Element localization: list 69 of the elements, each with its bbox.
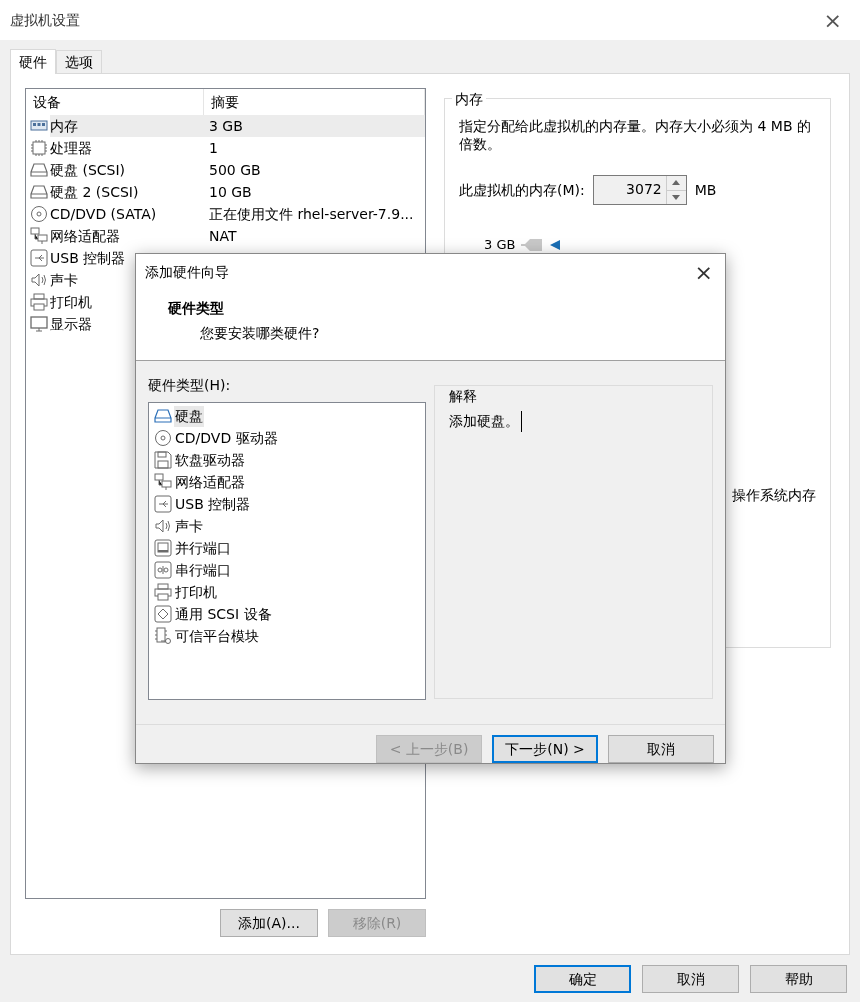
tab[interactable]: 选项 [56, 50, 102, 73]
disc-icon [154, 429, 172, 447]
usb-icon [30, 249, 48, 267]
printer-icon [30, 293, 48, 311]
list-item[interactable]: 声卡 [174, 515, 204, 537]
list-item[interactable]: 打印机 [174, 581, 218, 603]
tab[interactable]: 硬件 [10, 49, 56, 74]
list-item[interactable]: 软盘驱动器 [174, 449, 246, 471]
memory-description: 指定分配给此虚拟机的内存量。内存大小必须为 4 MB 的倍数。 [459, 117, 812, 153]
list-item[interactable]: CD/DVD 驱动器 [174, 427, 279, 449]
wizard-subheading: 您要安装哪类硬件? [200, 324, 321, 343]
wizard-heading: 硬件类型 [168, 299, 225, 318]
memory-spinbox[interactable]: 3072 [592, 175, 687, 205]
list-item[interactable]: 通用 SCSI 设备 [174, 603, 273, 625]
port-icon [154, 561, 172, 579]
dialog-button[interactable]: 下一步(N) > [492, 735, 598, 763]
dialog-button[interactable]: 取消 [642, 965, 739, 993]
device-summary: 正在使用文件 rhel-server-7.9... [208, 204, 414, 224]
device-name[interactable]: 硬盘 2 (SCSI) [50, 181, 202, 203]
key-chip-icon [154, 627, 172, 645]
close-button[interactable]: × [694, 255, 713, 289]
explanation-text: 添加硬盘。 [449, 411, 523, 432]
printer-icon [154, 583, 172, 601]
usb-icon [154, 495, 172, 513]
speaker-icon [30, 271, 48, 289]
list-item[interactable]: 硬盘 [174, 405, 204, 427]
memory-note: 操作系统内存 [732, 485, 816, 505]
network-icon [30, 227, 48, 245]
tick-label: 3 GB [484, 236, 516, 254]
list-item[interactable]: 串行端口 [174, 559, 232, 581]
dialog-button[interactable]: 添加(A)... [220, 909, 318, 937]
close-button[interactable]: × [815, 3, 850, 37]
chip-icon [30, 139, 48, 157]
list-item[interactable]: 并行端口 [174, 537, 232, 559]
device-name[interactable]: 内存 [50, 115, 202, 137]
list-item[interactable]: 网络适配器 [174, 471, 246, 493]
device-summary: 10 GB [208, 182, 252, 202]
floppy-icon [154, 451, 172, 469]
dialog-button[interactable]: 确定 [534, 965, 631, 993]
device-name[interactable]: 处理器 [50, 137, 202, 159]
dialog-button[interactable]: 取消 [608, 735, 714, 763]
list-label: 硬件类型(H): [148, 376, 232, 395]
dialog-title: 添加硬件向导 [145, 262, 229, 282]
dialog-button[interactable]: 帮助 [750, 965, 847, 993]
drive-icon [30, 161, 48, 179]
device-summary: 1 [208, 138, 218, 158]
diamond-icon [154, 605, 172, 623]
device-summary: 3 GB [208, 116, 243, 136]
down-arrow-icon[interactable] [672, 194, 681, 200]
network-icon [154, 473, 172, 491]
window-title: 虚拟机设置 [10, 10, 80, 30]
device-name[interactable]: 网络适配器 [50, 225, 202, 247]
device-summary: NAT [208, 226, 237, 246]
up-arrow-icon[interactable] [672, 180, 681, 186]
device-name[interactable]: CD/DVD (SATA) [50, 203, 202, 225]
device-summary: 500 GB [208, 160, 261, 180]
drive-icon [30, 183, 48, 201]
speaker-icon [154, 517, 172, 535]
disc-icon [30, 205, 48, 223]
drive-icon [154, 407, 172, 425]
unit-label: MB [694, 180, 717, 200]
port-icon [154, 539, 172, 557]
monitor-icon [30, 315, 48, 333]
field-label: 此虚拟机的内存(M): [459, 180, 585, 200]
marker-triangle-icon [549, 238, 562, 251]
device-name[interactable]: 硬盘 (SCSI) [50, 159, 202, 181]
list-item[interactable]: 可信平台模块 [174, 625, 260, 647]
explanation-title: 解释 [449, 387, 479, 406]
list-item[interactable]: USB 控制器 [174, 493, 252, 515]
